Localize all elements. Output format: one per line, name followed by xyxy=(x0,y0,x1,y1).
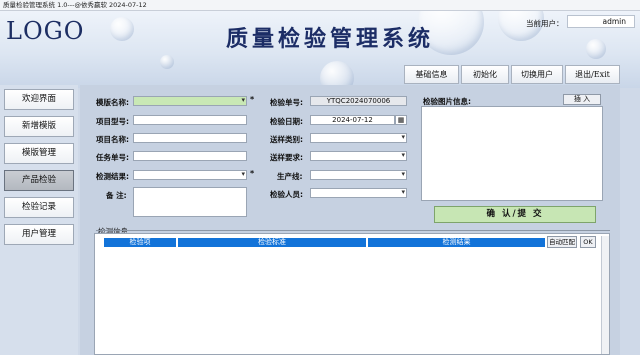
sample-type-select[interactable] xyxy=(310,133,407,143)
project-model-label: 项目型号: xyxy=(96,117,129,126)
current-user-label: 当前用户： xyxy=(526,19,564,28)
section-divider xyxy=(96,230,610,231)
column-header-result[interactable]: 检测结果 xyxy=(368,238,545,247)
sample-requirement-label: 送样要求: xyxy=(270,153,303,162)
inspector-select[interactable] xyxy=(310,188,407,198)
project-name-input[interactable] xyxy=(133,133,247,143)
window-title-bar: 质量检验管理系统 1.0---@依秀赢软 2024-07-12 xyxy=(0,0,640,11)
auto-match-button[interactable]: 自动匹配 xyxy=(547,236,577,248)
nav-template-manage[interactable]: 模版管理 xyxy=(4,143,74,164)
exit-button[interactable]: 退出/Exit xyxy=(565,65,620,84)
required-mark: * xyxy=(250,95,255,104)
inspect-no-field: YTQC2024070006 xyxy=(310,96,407,106)
required-mark: * xyxy=(250,169,255,178)
current-user-field: admin xyxy=(567,15,635,28)
task-no-input[interactable] xyxy=(133,151,247,161)
column-header-item[interactable]: 检验项 xyxy=(104,238,176,247)
switch-user-button[interactable]: 切换用户 xyxy=(511,65,563,84)
template-name-select[interactable] xyxy=(133,96,247,106)
window-title: 质量检验管理系统 1.0---@依秀赢软 2024-07-12 xyxy=(3,1,147,9)
task-no-label: 任务单号: xyxy=(96,153,129,162)
basic-info-button[interactable]: 基础信息 xyxy=(404,65,459,84)
result-select[interactable] xyxy=(133,170,247,180)
insert-image-button[interactable]: 插 入 xyxy=(563,94,601,105)
grid-scrollbar[interactable] xyxy=(601,236,609,354)
production-line-select[interactable] xyxy=(310,170,407,180)
nav-new-template[interactable]: 新增模版 xyxy=(4,116,74,137)
nav-product-inspection[interactable]: 产品检验 xyxy=(4,170,74,191)
inspect-date-label: 检验日期: xyxy=(270,117,303,126)
nav-user-manage[interactable]: 用户管理 xyxy=(4,224,74,245)
sample-type-label: 送样类别: xyxy=(270,135,303,144)
remark-label: 备 注: xyxy=(106,191,127,200)
project-model-input[interactable] xyxy=(133,115,247,125)
inspect-no-label: 检验单号: xyxy=(270,98,303,107)
bubble-decoration xyxy=(110,17,134,41)
bubble-decoration xyxy=(160,55,174,69)
result-label: 检测结果: xyxy=(96,172,129,181)
detection-grid[interactable] xyxy=(94,233,610,355)
logo: LOGO xyxy=(6,17,85,45)
sample-requirement-select[interactable] xyxy=(310,151,407,161)
image-preview-area xyxy=(421,106,603,201)
nav-inspection-records[interactable]: 检验记录 xyxy=(4,197,74,218)
inspector-label: 检验人员: xyxy=(270,190,303,199)
inspect-date-field[interactable]: 2024-07-12 xyxy=(310,115,395,125)
initialize-button[interactable]: 初始化 xyxy=(461,65,509,84)
bubble-decoration xyxy=(320,61,354,88)
remark-textarea[interactable] xyxy=(133,187,247,217)
column-header-standard[interactable]: 检验标准 xyxy=(178,238,366,247)
bubble-decoration xyxy=(586,39,606,59)
template-name-label: 模版名称: xyxy=(96,98,129,107)
production-line-label: 生产线: xyxy=(277,172,303,181)
nav-welcome[interactable]: 欢迎界面 xyxy=(4,89,74,110)
project-name-label: 项目名称: xyxy=(96,135,129,144)
calendar-icon[interactable]: ▦ xyxy=(395,115,407,125)
ok-button[interactable]: OK xyxy=(580,236,596,248)
app-title: 质量检验管理系统 xyxy=(226,26,435,52)
submit-button[interactable]: 确 认/提 交 xyxy=(434,206,596,223)
